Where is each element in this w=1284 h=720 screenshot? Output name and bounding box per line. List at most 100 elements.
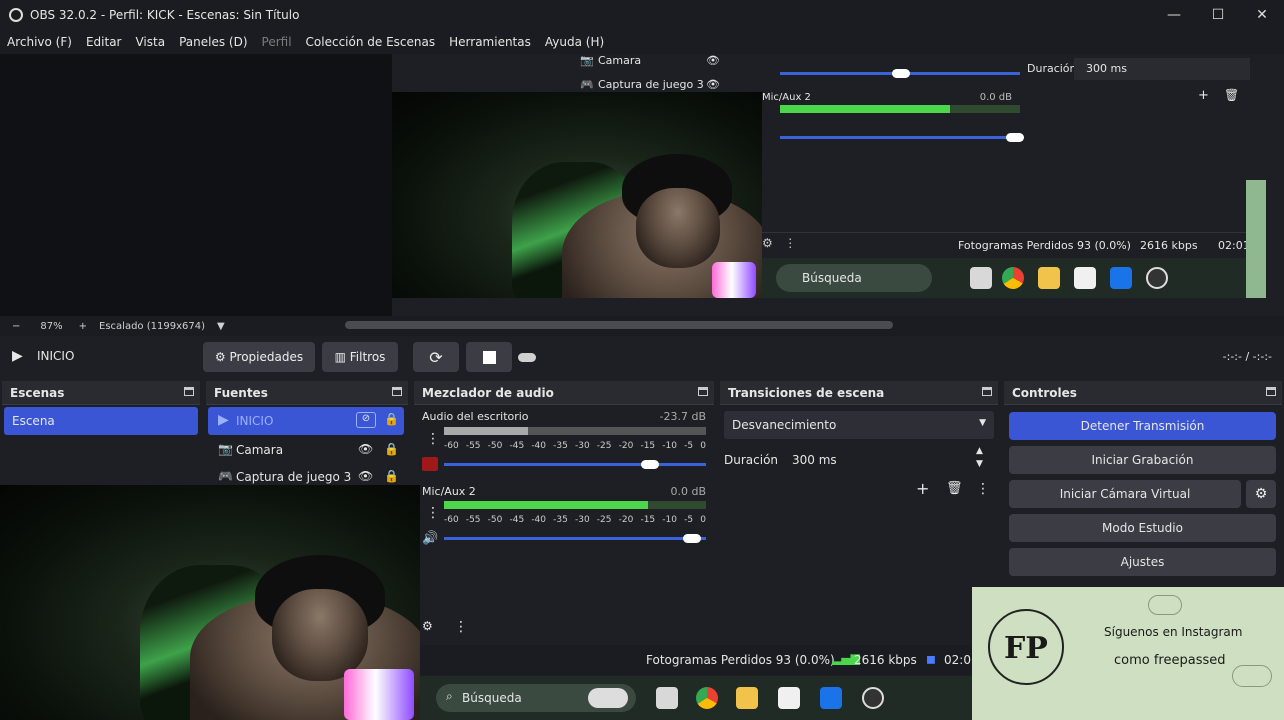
menu-archivo[interactable]: Archivo (F) <box>0 35 79 49</box>
meter-tick-label: -60 <box>444 441 459 451</box>
lock-icon[interactable]: 🔒 <box>384 469 399 483</box>
obs-taskbar-icon[interactable] <box>862 687 884 709</box>
zoom-out-icon[interactable]: − <box>12 321 20 332</box>
eye-icon[interactable]: 👁 <box>358 469 373 483</box>
undock-icon[interactable] <box>184 387 194 396</box>
channel-volume-slider[interactable] <box>444 537 706 540</box>
stepper-arrows-icon[interactable]: ▲ ▼ <box>976 445 983 471</box>
channel-name: Mic/Aux 2 <box>422 485 476 498</box>
chevron-down-icon[interactable]: ▼ <box>217 321 225 332</box>
menu-perfil[interactable]: Perfil <box>255 35 299 49</box>
meter-tick-label: -35 <box>553 441 568 451</box>
freepass-logo: FP <box>988 609 1064 685</box>
store-icon[interactable] <box>778 687 800 709</box>
taskbar-search[interactable]: ⌕ Búsqueda <box>436 684 636 712</box>
lock-icon[interactable]: 🔒 <box>384 442 399 456</box>
source-item-camara[interactable]: 📷 Camara 👁 🔒 <box>208 437 404 463</box>
close-icon[interactable]: ✕ <box>1240 0 1284 30</box>
current-scene-label: INICIO <box>37 349 75 363</box>
advanced-audio-gear-icon[interactable]: ⚙ <box>422 619 433 633</box>
gear-icon: ⚙ <box>1254 486 1268 502</box>
scale-label: Escalado (1199x674) <box>99 320 205 332</box>
undock-icon[interactable] <box>392 387 402 396</box>
meter-tick-label: -55 <box>465 441 481 451</box>
play-icon[interactable]: ▶ <box>12 348 23 364</box>
camera-icon: 📷 <box>218 442 233 456</box>
mail-icon[interactable] <box>820 687 842 709</box>
folder-icon[interactable] <box>736 687 758 709</box>
scenes-panel-header: Escenas <box>2 381 200 405</box>
restart-button[interactable]: ⟳ <box>413 342 459 372</box>
meter-tick-label: -50 <box>487 515 503 525</box>
transition-menu-icon[interactable]: ⋮ <box>976 481 990 497</box>
meter-tick-label: -25 <box>596 515 612 525</box>
media-seek-knob[interactable] <box>518 353 536 362</box>
scenes-list: Escena <box>2 405 200 485</box>
filters-button[interactable]: ▥ Filtros <box>322 342 398 372</box>
preview-scrollbar[interactable] <box>345 321 893 329</box>
zoom-in-icon[interactable]: + <box>79 321 87 332</box>
meter-tick-label: -25 <box>596 441 612 451</box>
preview-canvas[interactable]: 📷 Camara 🎮 Captura de juego 3 👁 👁 Mic/Au… <box>0 54 1284 316</box>
undock-icon[interactable] <box>698 387 708 396</box>
eye-icon: 👁 <box>706 78 720 91</box>
source-label: INICIO <box>236 414 274 428</box>
properties-button[interactable]: ⚙ Propiedades <box>203 342 315 372</box>
volume-knob[interactable] <box>682 534 701 543</box>
zoom-level: 87% <box>40 320 63 332</box>
store-icon <box>1074 267 1096 289</box>
transition-select[interactable]: Desvanecimiento ▼ <box>724 411 994 439</box>
duration-field[interactable]: 300 ms <box>782 447 994 473</box>
channel-db: -23.7 dB <box>659 410 707 423</box>
preview-status-line: − 87% + Escalado (1199x674) ▼ <box>0 316 1284 336</box>
source-label: Camara <box>236 443 284 457</box>
mixer-menu-icon[interactable]: ⋮ <box>454 619 468 635</box>
eye-hidden-icon[interactable]: ⊘ <box>356 412 376 428</box>
virtual-camera-settings-button[interactable]: ⚙ <box>1246 480 1276 508</box>
volume-knob[interactable] <box>640 460 659 469</box>
lock-icon[interactable]: 🔒 <box>384 412 399 426</box>
plus-icon[interactable]: + <box>916 479 929 498</box>
menu-herramientas[interactable]: Herramientas <box>442 35 538 49</box>
stop-stream-button[interactable]: Detener Transmisión <box>1009 412 1276 440</box>
minimize-icon[interactable]: — <box>1152 0 1196 30</box>
meter-tick-label: -40 <box>531 441 547 451</box>
trash-icon[interactable]: 🗑 <box>946 481 963 496</box>
meter-tick-label: -40 <box>531 515 547 525</box>
eye-icon[interactable]: 👁 <box>358 442 373 456</box>
speaker-icon[interactable]: 🔊 <box>422 531 438 546</box>
start-virtual-camera-button[interactable]: Iniciar Cámara Virtual <box>1009 480 1241 508</box>
start-recording-button[interactable]: Iniciar Grabación <box>1009 446 1276 474</box>
captured-status-time: 02:01 <box>1218 239 1250 252</box>
channel-db: 0.0 dB <box>670 485 706 498</box>
menu-ayuda[interactable]: Ayuda (H) <box>538 35 611 49</box>
chrome-icon[interactable] <box>696 687 718 709</box>
meter-tick-label: -35 <box>553 515 568 525</box>
muted-speaker-icon[interactable] <box>422 457 438 471</box>
undock-icon[interactable] <box>982 387 992 396</box>
controls-title: Controles <box>1012 385 1077 400</box>
maximize-icon[interactable]: ☐ <box>1196 0 1240 30</box>
studio-mode-button[interactable]: Modo Estudio <box>1009 514 1276 542</box>
settings-button[interactable]: Ajustes <box>1009 548 1276 576</box>
undock-icon[interactable] <box>1266 387 1276 396</box>
scene-item[interactable]: Escena <box>4 407 198 435</box>
webcam-feed-preview <box>392 92 762 298</box>
refresh-icon: ⟳ <box>429 347 443 367</box>
meter-tick-label: 0 <box>700 441 706 451</box>
menu-coleccion-escenas[interactable]: Colección de Escenas <box>299 35 443 49</box>
menu-vista[interactable]: Vista <box>128 35 172 49</box>
filters-label: Filtros <box>349 350 386 364</box>
source-item-inicio[interactable]: ▶ INICIO ⊘ 🔒 <box>208 407 404 435</box>
source-toolbar: ▶ INICIO ⚙ Propiedades ▥ Filtros ⟳ -:-:-… <box>0 336 1284 378</box>
media-source-icon: ▶ <box>218 412 229 428</box>
source-item-captura[interactable]: 🎮 Captura de juego 3 👁 🔒 <box>208 465 404 485</box>
stop-media-button[interactable] <box>466 342 512 372</box>
menu-paneles[interactable]: Paneles (D) <box>172 35 254 49</box>
channel-menu-icon[interactable]: ⋮ <box>426 431 440 447</box>
captured-status-kbps: 2616 kbps <box>1140 239 1198 252</box>
channel-menu-icon[interactable]: ⋮ <box>426 505 440 521</box>
menu-editar[interactable]: Editar <box>79 35 129 49</box>
channel-volume-slider[interactable] <box>444 463 706 466</box>
task-view-icon[interactable] <box>656 687 678 709</box>
